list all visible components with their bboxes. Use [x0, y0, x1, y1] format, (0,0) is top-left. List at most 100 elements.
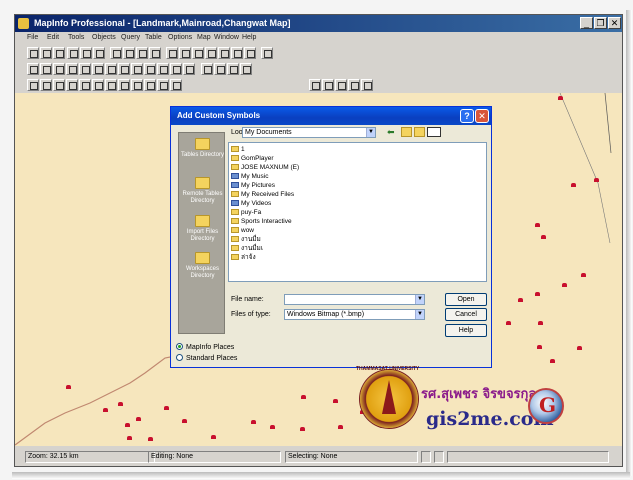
select-icon[interactable]	[27, 79, 39, 91]
measure-icon[interactable]	[335, 79, 347, 91]
landmark-symbol[interactable]	[338, 425, 343, 429]
landmark-symbol[interactable]	[535, 292, 540, 296]
reshape-tool-icon[interactable]	[144, 63, 156, 75]
text-style-icon[interactable]	[240, 63, 252, 75]
line-tool-icon[interactable]	[27, 63, 39, 75]
info-icon[interactable]	[218, 47, 230, 59]
editable-layer-icon[interactable]	[131, 79, 143, 91]
place-import-files-directory[interactable]: Import Files Directory	[179, 215, 226, 243]
line-style-icon[interactable]	[183, 63, 195, 75]
layer-icon[interactable]	[244, 47, 256, 59]
landmark-symbol[interactable]	[270, 425, 275, 429]
list-item[interactable]: งานมื่ม	[231, 235, 261, 244]
arc-tool-icon[interactable]	[53, 63, 65, 75]
landmark-symbol[interactable]	[251, 420, 256, 424]
place-workspaces-directory[interactable]: Workspaces Directory	[179, 252, 226, 280]
landmark-symbol[interactable]	[136, 417, 141, 421]
legend-icon[interactable]	[205, 47, 217, 59]
map-icon[interactable]	[80, 47, 92, 59]
radius-select-icon[interactable]	[53, 79, 65, 91]
landmark-symbol[interactable]	[550, 359, 555, 363]
dialog-help-icon[interactable]: ?	[460, 109, 474, 123]
symbol-tool-icon[interactable]	[214, 63, 226, 75]
region-style-icon[interactable]	[201, 63, 213, 75]
list-item[interactable]: 1	[231, 145, 245, 154]
close-button[interactable]: ✕	[608, 17, 621, 29]
landmark-symbol[interactable]	[558, 96, 563, 100]
list-item[interactable]: wow	[231, 226, 254, 235]
menu-edit[interactable]: Edit	[47, 34, 59, 41]
list-item[interactable]: JOSE MAXNUM (E)	[231, 163, 299, 172]
list-item[interactable]: My Music	[231, 172, 268, 181]
landmark-symbol[interactable]	[118, 402, 123, 406]
file-list[interactable]: 1 GomPlayer JOSE MAXNUM (E) My Music My …	[228, 142, 487, 282]
restore-button[interactable]: ❐	[594, 17, 607, 29]
chevron-down-icon[interactable]: ▼	[415, 295, 424, 304]
undo-icon[interactable]	[149, 47, 161, 59]
list-item[interactable]: puy-Fa	[231, 208, 261, 217]
stats-icon[interactable]	[192, 47, 204, 59]
chevron-down-icon[interactable]: ▼	[415, 310, 424, 319]
polygon-select-icon[interactable]	[66, 79, 78, 91]
menu-table[interactable]: Table	[145, 34, 162, 41]
new-icon[interactable]	[27, 47, 39, 59]
list-item[interactable]: ล่าจ้ง	[231, 253, 256, 262]
help-button[interactable]: Help	[445, 324, 487, 337]
list-item[interactable]: GomPlayer	[231, 154, 274, 163]
minimize-button[interactable]: _	[580, 17, 593, 29]
zoom-in-icon[interactable]	[144, 79, 156, 91]
zoom-out-icon[interactable]	[157, 79, 169, 91]
zoom-status[interactable]: Zoom: 32.15 km	[25, 451, 155, 463]
graph-icon[interactable]	[166, 47, 178, 59]
copy-icon[interactable]	[123, 47, 135, 59]
rounded-rect-tool-icon[interactable]	[105, 63, 117, 75]
drag-map-icon[interactable]	[361, 79, 373, 91]
open-button[interactable]: Open	[445, 293, 487, 306]
list-item[interactable]: My Videos	[231, 199, 271, 208]
polyline-tool-icon[interactable]	[40, 63, 52, 75]
menu-help[interactable]: Help	[242, 34, 256, 41]
save-icon[interactable]	[53, 47, 65, 59]
landmark-symbol[interactable]	[594, 178, 599, 182]
landmark-symbol[interactable]	[164, 406, 169, 410]
menu-tools[interactable]: Tools	[68, 34, 84, 41]
landmark-symbol[interactable]	[538, 321, 543, 325]
landmark-symbol[interactable]	[577, 346, 582, 350]
view-menu-icon[interactable]	[427, 127, 441, 137]
landmark-symbol[interactable]	[211, 435, 216, 439]
landmark-symbol[interactable]	[518, 298, 523, 302]
landmark-symbol[interactable]	[333, 399, 338, 403]
look-in-select[interactable]: My Documents ▼	[242, 127, 376, 138]
browser-icon[interactable]	[93, 47, 105, 59]
file-name-input[interactable]: ▼	[284, 294, 425, 305]
rectangle-tool-icon[interactable]	[92, 63, 104, 75]
landmark-symbol[interactable]	[127, 436, 132, 440]
up-folder-icon[interactable]	[401, 127, 412, 137]
place-tables-directory[interactable]: Tables Directory	[179, 138, 226, 159]
radio-standard-places[interactable]: Standard Places	[176, 354, 237, 362]
menu-window[interactable]: Window	[214, 34, 239, 41]
label-icon[interactable]	[348, 79, 360, 91]
new-folder-icon[interactable]	[414, 127, 425, 137]
place-remote-tables-directory[interactable]: Remote Tables Directory	[179, 177, 226, 205]
landmark-symbol[interactable]	[581, 273, 586, 277]
open-icon[interactable]	[40, 47, 52, 59]
polygon-tool-icon[interactable]	[66, 63, 78, 75]
list-item[interactable]: งานมื่มเ	[231, 244, 263, 253]
editing-status[interactable]: Editing: None	[148, 451, 281, 463]
ruler-icon[interactable]	[231, 47, 243, 59]
landmark-symbol[interactable]	[66, 385, 71, 389]
landmark-symbol[interactable]	[541, 235, 546, 239]
back-arrow-icon[interactable]: ⬅	[387, 127, 395, 138]
graph-select-icon[interactable]	[92, 79, 104, 91]
menu-file[interactable]: File	[27, 34, 38, 41]
landmark-symbol[interactable]	[125, 423, 130, 427]
help-pointer-icon[interactable]	[261, 47, 273, 59]
paste-icon[interactable]	[136, 47, 148, 59]
dialog-close-icon[interactable]: ✕	[475, 109, 489, 123]
files-of-type-select[interactable]: Windows Bitmap (*.bmp) ▼	[284, 309, 425, 320]
list-item[interactable]: Sports Interactive	[231, 217, 292, 226]
menu-options[interactable]: Options	[168, 34, 192, 41]
landmark-symbol[interactable]	[571, 183, 576, 187]
unselect-icon[interactable]	[105, 79, 117, 91]
